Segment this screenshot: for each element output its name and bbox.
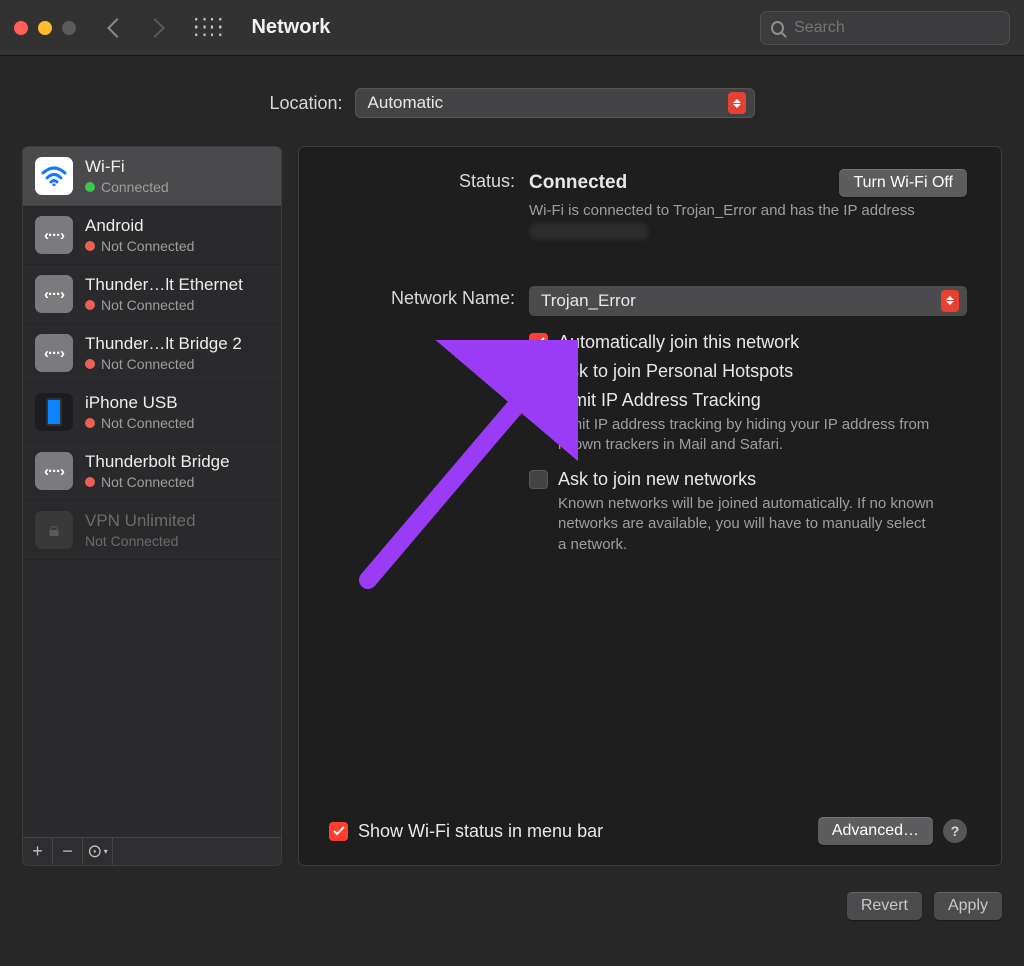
eth-icon: ‹···› <box>35 216 73 254</box>
sidebar-item-thunderbolt-bridge[interactable]: ‹···› Thunderbolt Bridge Not Connected <box>23 442 281 501</box>
limitip-checkbox[interactable] <box>529 391 548 410</box>
revert-button[interactable]: Revert <box>847 892 922 920</box>
interface-status: Connected <box>85 179 169 195</box>
remove-interface-button[interactable]: − <box>53 838 83 865</box>
stepper-icon <box>728 92 746 114</box>
sidebar-item-thunder-lt-bridge-2[interactable]: ‹···› Thunder…lt Bridge 2 Not Connected <box>23 324 281 383</box>
eth-icon: ‹···› <box>35 334 73 372</box>
nav-buttons <box>110 21 162 35</box>
apps-grid-icon[interactable]: ∷∷∷∷ <box>194 20 225 36</box>
asknew-checkbox[interactable] <box>529 470 548 489</box>
sidebar-actions-button[interactable]: ⊙ ▾ <box>83 838 113 865</box>
interface-status: Not Connected <box>85 356 242 372</box>
network-name-select[interactable]: Trojan_Error <box>529 286 967 316</box>
asknew-description: Known networks will be joined automatica… <box>558 494 938 555</box>
location-select[interactable]: Automatic <box>355 88 755 118</box>
sidebar-item-wi-fi[interactable]: Wi-Fi Connected <box>23 147 281 206</box>
menubar-label: Show Wi-Fi status in menu bar <box>358 821 603 842</box>
sidebar-item-android[interactable]: ‹···› Android Not Connected <box>23 206 281 265</box>
sidebar-footer: + − ⊙ ▾ <box>23 837 281 865</box>
sidebar-item-thunder-lt-ethernet[interactable]: ‹···› Thunder…lt Ethernet Not Connected <box>23 265 281 324</box>
interface-status: Not Connected <box>85 238 194 254</box>
interface-status: Not Connected <box>85 297 243 313</box>
phone-icon <box>35 393 73 431</box>
wifi-toggle-button[interactable]: Turn Wi-Fi Off <box>839 169 967 197</box>
help-button[interactable]: ? <box>943 819 967 843</box>
interface-status: Not Connected <box>85 533 196 549</box>
forward-button[interactable] <box>145 18 165 38</box>
eth-icon: ‹···› <box>35 452 73 490</box>
close-window-button[interactable] <box>14 21 28 35</box>
status-label: Status: <box>329 169 515 192</box>
wifi-icon <box>35 157 73 195</box>
limitip-description: Limit IP address tracking by hiding your… <box>558 415 938 456</box>
bottom-bar: Revert Apply <box>0 866 1024 920</box>
menubar-checkbox[interactable] <box>329 822 348 841</box>
autojoin-checkbox[interactable] <box>529 333 548 352</box>
interface-name: VPN Unlimited <box>85 511 196 531</box>
window-title: Network <box>251 16 330 39</box>
eth-icon: ‹···› <box>35 275 73 313</box>
advanced-button[interactable]: Advanced… <box>818 817 933 845</box>
hotspot-label: Ask to join Personal Hotspots <box>558 361 793 382</box>
search-field[interactable] <box>760 11 1010 45</box>
network-name-value: Trojan_Error <box>541 291 636 311</box>
zoom-window-button[interactable] <box>62 21 76 35</box>
traffic-lights <box>14 21 76 35</box>
sidebar-item-iphone-usb[interactable]: iPhone USB Not Connected <box>23 383 281 442</box>
interface-sidebar: Wi-FiConnected‹···›AndroidNot Connected‹… <box>22 146 282 866</box>
back-button[interactable] <box>107 18 127 38</box>
hotspot-checkbox[interactable] <box>529 362 548 381</box>
location-value: Automatic <box>368 93 444 113</box>
redacted-ip <box>529 223 649 240</box>
interface-name: Thunder…lt Ethernet <box>85 275 243 295</box>
location-bar: Location: Automatic <box>0 56 1024 146</box>
interface-name: Android <box>85 216 194 236</box>
search-input[interactable] <box>792 18 999 38</box>
location-label: Location: <box>269 93 342 114</box>
minimize-window-button[interactable] <box>38 21 52 35</box>
status-value: Connected <box>529 172 627 194</box>
interface-name: Wi-Fi <box>85 157 169 177</box>
interface-name: Thunderbolt Bridge <box>85 452 230 472</box>
titlebar: ∷∷∷∷ Network <box>0 0 1024 56</box>
interface-name: iPhone USB <box>85 393 194 413</box>
status-description: Wi-Fi is connected to Trojan_Error and h… <box>529 201 967 242</box>
detail-panel: Status: Connected Turn Wi-Fi Off Wi-Fi i… <box>298 146 1002 866</box>
lock-icon: 🔒︎ <box>35 511 73 549</box>
asknew-label: Ask to join new networks <box>558 469 938 490</box>
limitip-label: Limit IP Address Tracking <box>558 390 938 411</box>
search-icon <box>771 21 784 35</box>
network-name-label: Network Name: <box>329 286 515 309</box>
interface-status: Not Connected <box>85 415 194 431</box>
stepper-icon <box>941 290 959 312</box>
autojoin-label: Automatically join this network <box>558 332 799 353</box>
add-interface-button[interactable]: + <box>23 838 53 865</box>
interface-name: Thunder…lt Bridge 2 <box>85 334 242 354</box>
apply-button[interactable]: Apply <box>934 892 1002 920</box>
sidebar-item-vpn-unlimited[interactable]: 🔒︎ VPN Unlimited Not Connected <box>23 501 281 560</box>
interface-status: Not Connected <box>85 474 230 490</box>
